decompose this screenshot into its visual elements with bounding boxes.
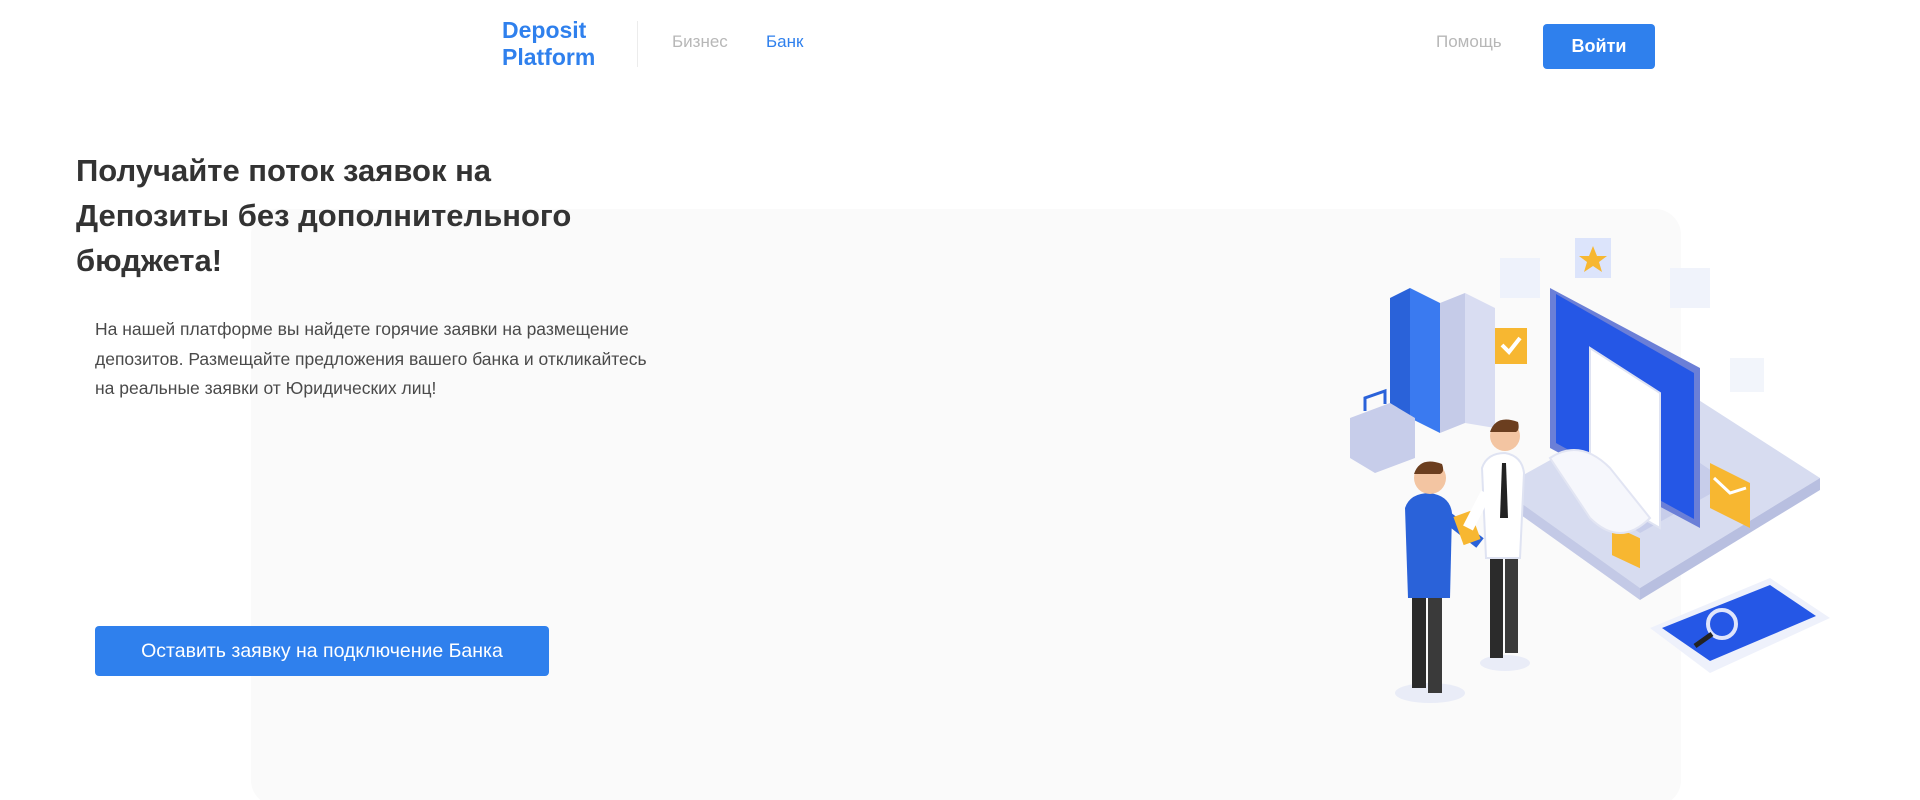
login-button[interactable]: Войти [1543,24,1655,69]
connect-bank-button[interactable]: Оставить заявку на подключение Банка [95,626,549,676]
nav-link-bank[interactable]: Банк [766,32,803,52]
hero-description: На нашей платформе вы найдете горячие за… [95,319,647,398]
hero-title: Получайте поток заявок на Депозиты без д… [76,153,572,278]
logo[interactable]: Deposit Platform [502,17,612,71]
header-divider [637,21,638,67]
nav-link-business[interactable]: Бизнес [672,32,728,52]
business-handshake-laptop-illustration [1350,238,1830,703]
site-header: Deposit Platform Бизнес Банк Помощь Войт… [0,0,1920,92]
nav-link-help[interactable]: Помощь [1436,32,1502,52]
